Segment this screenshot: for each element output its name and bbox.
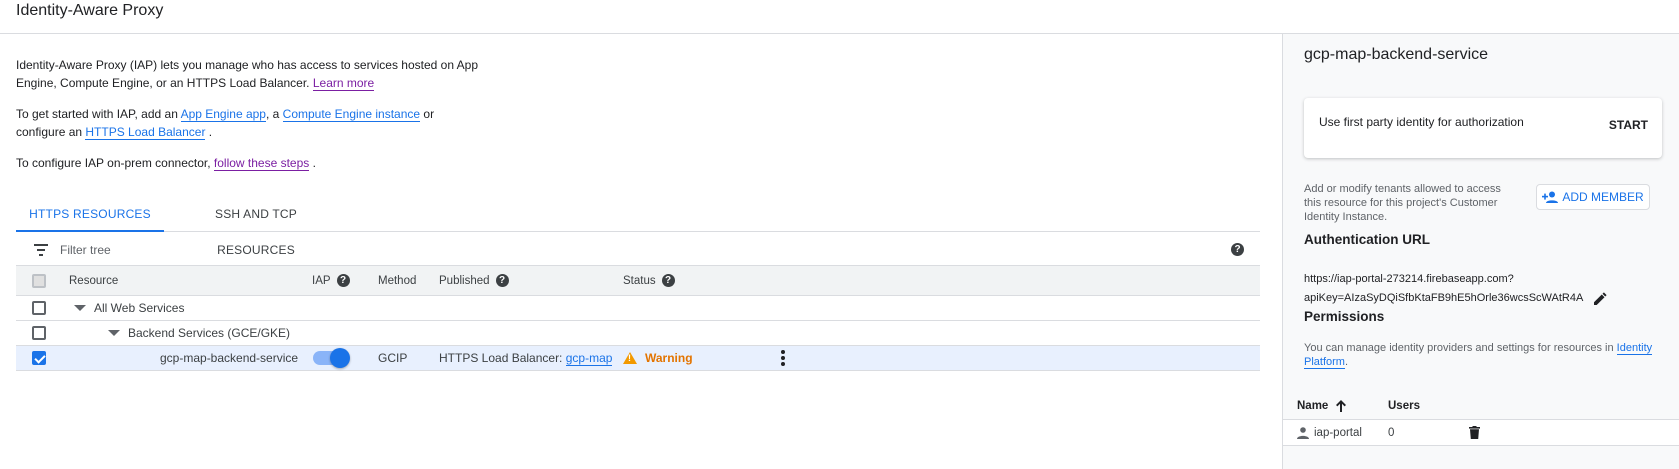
start-button[interactable]: START <box>1609 118 1648 132</box>
intro-paragraph-3: To configure IAP on-prem connector, foll… <box>16 156 316 171</box>
expand-arrow-icon[interactable] <box>74 305 86 311</box>
resources-table: Resource IAP? Method Published? Status? … <box>16 266 1260 371</box>
warning-icon <box>623 352 637 364</box>
panel-title: gcp-map-backend-service <box>1304 46 1489 63</box>
auth-url-title: Authentication URL <box>1304 232 1430 247</box>
card-text: Use first party identity for authorizati… <box>1319 115 1524 129</box>
column-iap: IAP? <box>312 266 350 295</box>
resource-tabs: HTTPS RESOURCES SSH AND TCP RESOURCES <box>16 196 1260 257</box>
page-header: Identity-Aware Proxy <box>0 0 1679 34</box>
resource-name: All Web Services <box>94 301 185 315</box>
intro-paragraph-1: Identity-Aware Proxy (IAP) lets you mana… <box>16 58 479 91</box>
select-all-checkbox[interactable] <box>32 273 46 288</box>
add-member-button[interactable]: ADD MEMBER <box>1536 184 1650 210</box>
main-content: Identity-Aware Proxy (IAP) lets you mana… <box>0 34 1282 469</box>
person-icon <box>1297 426 1309 439</box>
published-help-icon[interactable]: ? <box>495 274 509 287</box>
tenants-description: Add or modify tenants allowed to access … <box>1304 183 1501 223</box>
follow-these-steps-link[interactable]: follow these steps <box>213 156 310 171</box>
app-engine-app-link[interactable]: App Engine app <box>180 107 266 122</box>
status-value: Warning <box>623 346 693 370</box>
learn-more-link[interactable]: Learn more <box>312 76 375 91</box>
filter-tree-input[interactable] <box>60 240 560 260</box>
table-row[interactable]: Backend Services (GCE/GKE) <box>16 321 1260 346</box>
permissions-table-header: Name Users <box>1283 392 1679 420</box>
first-party-identity-card: Use first party identity for authorizati… <box>1304 98 1662 158</box>
auth-url-value: https://iap-portal-273214.firebaseapp.co… <box>1304 270 1664 308</box>
compute-engine-instance-link[interactable]: Compute Engine instance <box>282 107 421 122</box>
intro-text: Identity-Aware Proxy (IAP) lets you mana… <box>16 56 486 185</box>
permissions-description: You can manage identity providers and se… <box>1304 342 1653 369</box>
iap-help-icon[interactable]: ? <box>336 274 350 287</box>
table-row[interactable]: gcp-map-backend-service GCIP HTTPS Load … <box>16 346 1260 371</box>
column-published: Published? <box>439 266 509 295</box>
info-panel: gcp-map-backend-service Use first party … <box>1282 34 1679 469</box>
sort-arrow-up-icon[interactable] <box>1336 399 1347 412</box>
column-name[interactable]: Name <box>1297 392 1347 419</box>
method-value: GCIP <box>378 351 408 365</box>
filter-icon[interactable] <box>34 244 48 256</box>
row-checkbox[interactable] <box>32 326 46 340</box>
published-value: HTTPS Load Balancer: gcp-map <box>439 350 613 366</box>
intro-paragraph-2: To get started with IAP, add an App Engi… <box>16 107 435 140</box>
column-status: Status? <box>623 266 675 295</box>
status-text[interactable]: Warning <box>645 351 693 365</box>
tab-https-resources[interactable]: HTTPS RESOURCES <box>16 196 164 232</box>
row-checkbox[interactable] <box>32 351 46 365</box>
filter-bar: ? <box>16 234 1260 266</box>
status-help-icon[interactable]: ? <box>661 274 675 287</box>
tab-ssh-tcp-resources[interactable]: SSH AND TCP RESOURCES <box>176 196 336 257</box>
expand-arrow-icon[interactable] <box>108 330 120 336</box>
page-title: Identity-Aware Proxy <box>16 2 164 19</box>
add-person-icon <box>1542 191 1559 203</box>
iap-toggle[interactable] <box>313 348 350 368</box>
resource-name: gcp-map-backend-service <box>160 351 299 365</box>
row-checkbox[interactable] <box>32 301 46 315</box>
https-load-balancer-link[interactable]: HTTPS Load Balancer <box>85 125 206 140</box>
table-row: iap-portal 0 <box>1283 420 1679 446</box>
gcp-map-link[interactable]: gcp-map <box>565 351 613 366</box>
permissions-table: Name Users iap-portal 0 <box>1283 392 1679 446</box>
table-row[interactable]: All Web Services <box>16 296 1260 321</box>
column-users: Users <box>1388 399 1420 412</box>
table-header: Resource IAP? Method Published? Status? <box>16 266 1260 296</box>
more-options-icon[interactable] <box>781 350 785 366</box>
delete-trash-icon[interactable] <box>1469 426 1480 439</box>
resource-name: Backend Services (GCE/GKE) <box>128 326 291 340</box>
help-icon[interactable]: ? <box>1231 243 1244 256</box>
permissions-title: Permissions <box>1304 309 1385 324</box>
column-method: Method <box>378 274 417 287</box>
edit-pencil-icon[interactable] <box>1593 291 1607 305</box>
users-count: 0 <box>1388 426 1395 439</box>
column-resource[interactable]: Resource <box>69 266 118 295</box>
tenant-name-cell: iap-portal <box>1297 420 1362 445</box>
